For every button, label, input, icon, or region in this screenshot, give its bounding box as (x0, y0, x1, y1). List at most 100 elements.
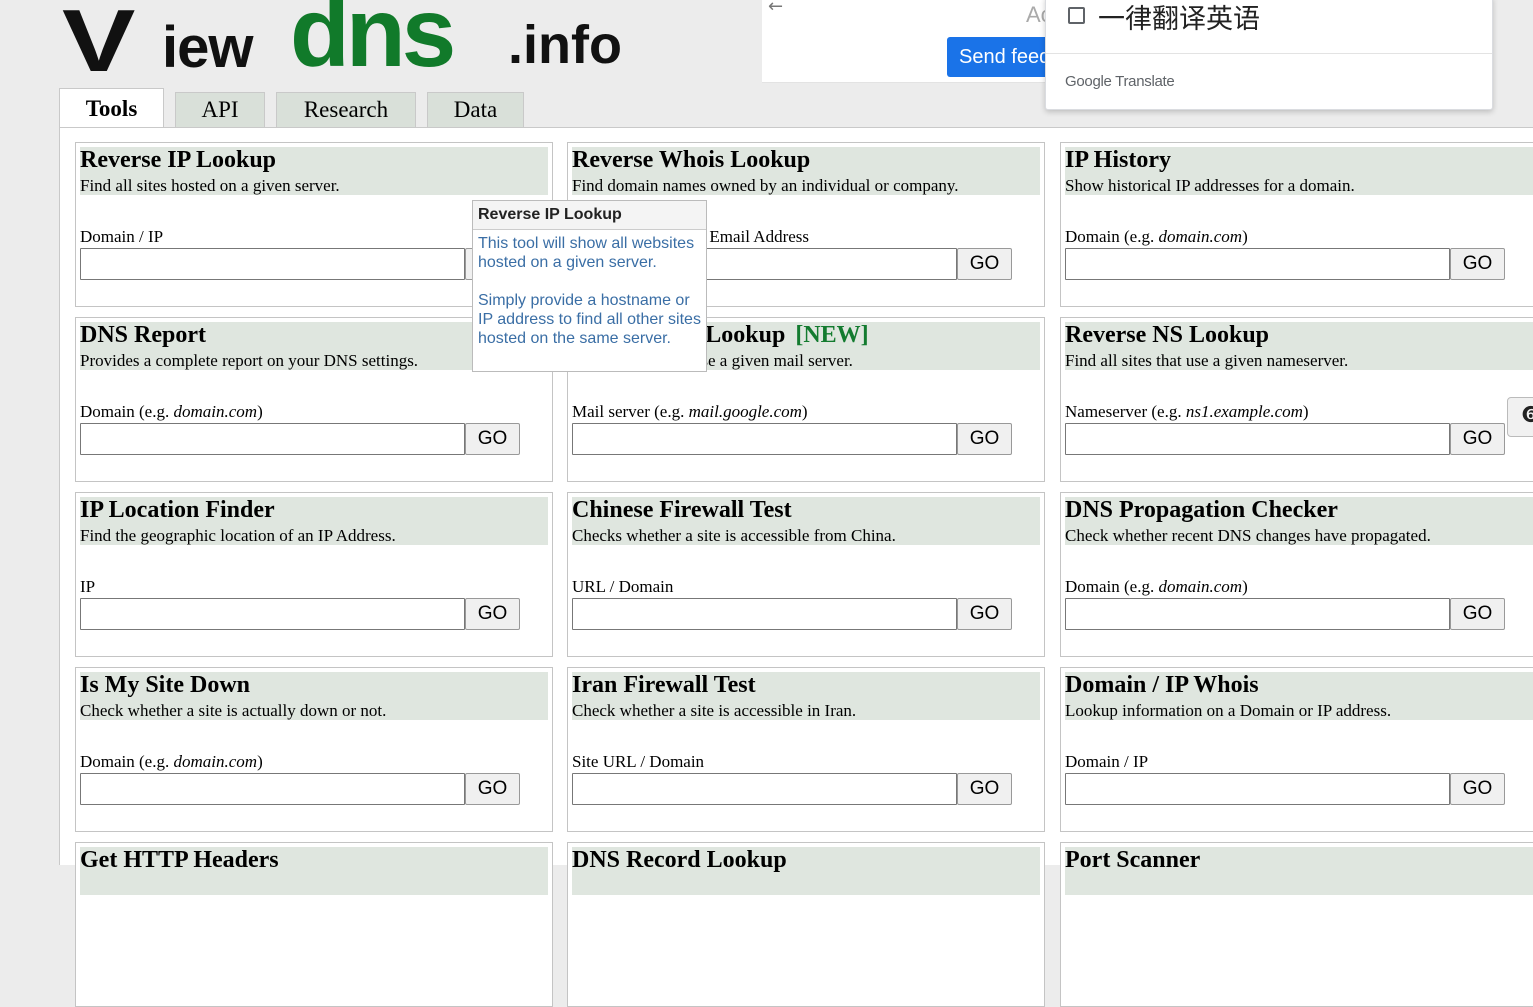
tool-input-label: Domain (e.g. domain.com) (80, 402, 263, 422)
tool-title[interactable]: Get HTTP Headers (80, 847, 279, 873)
tool-title[interactable]: Is My Site Down (80, 672, 250, 698)
tool-input[interactable] (572, 423, 957, 455)
tool-title-text[interactable]: DNS Report (80, 322, 206, 348)
tool-input-label: URL / Domain (572, 577, 673, 597)
tool-title-text[interactable]: Is My Site Down (80, 672, 250, 698)
label-tail: ) (1242, 577, 1248, 596)
tool-title-text[interactable]: DNS Record Lookup (572, 847, 787, 873)
google-translate-brand: Google Translate (1065, 73, 1175, 90)
tool-title[interactable]: IP Location Finder (80, 497, 275, 523)
tool-title-text[interactable]: Chinese Firewall Test (572, 497, 792, 523)
label-text: Domain / IP (80, 227, 164, 246)
label-tail: ) (801, 402, 808, 421)
tool-title[interactable]: DNS Report (80, 322, 206, 348)
tool-title-text[interactable]: Reverse IP Lookup (80, 147, 276, 173)
go-button[interactable]: GO (465, 773, 520, 805)
tool-input[interactable] (1065, 423, 1450, 455)
go-button[interactable]: GO (1450, 773, 1505, 805)
tool-input[interactable] (572, 773, 957, 805)
label-text: Site URL / Domain (572, 752, 705, 771)
tool-card-header: IP Location Finder Find the geographic lo… (80, 497, 548, 545)
tool-card-header: Is My Site Down Check whether a site is a… (80, 672, 548, 720)
tool-input[interactable] (80, 598, 465, 630)
go-button[interactable]: GO (957, 423, 1012, 455)
tool-title-text[interactable]: Domain / IP Whois (1065, 672, 1259, 698)
tool-input-label: Mail server (e.g. mail.google.com) (572, 402, 808, 422)
tool-title-text[interactable]: Iran Firewall Test (572, 672, 756, 698)
tab-data[interactable]: Data (427, 92, 524, 128)
tool-title-text[interactable]: DNS Propagation Checker (1065, 497, 1338, 523)
tool-card-header: Get HTTP Headers (80, 847, 548, 895)
tooltip-body: This tool will show all websites hosted … (478, 234, 702, 367)
go-button[interactable]: GO (465, 423, 520, 455)
tool-input[interactable] (80, 248, 465, 280)
label-tail: ) (257, 752, 263, 771)
go-button[interactable]: GO (957, 773, 1012, 805)
tool-description: Provides a complete report on your DNS s… (80, 351, 419, 370)
tool-card: Chinese Firewall Test Checks whether a si… (567, 492, 1045, 657)
tool-input-label: Domain (e.g. domain.com) (1065, 577, 1248, 597)
tool-title[interactable]: Chinese Firewall Test (572, 497, 792, 523)
tool-input[interactable] (80, 423, 465, 455)
tool-input[interactable] (1065, 248, 1450, 280)
go-button[interactable]: GO (957, 598, 1012, 630)
tool-card-header: IP History Show historical IP addresses f… (1065, 147, 1533, 195)
go-button[interactable]: GO (1450, 248, 1505, 280)
tool-title[interactable]: DNS Propagation Checker (1065, 497, 1338, 523)
tool-card: Iran Firewall Test Check whether a site i… (567, 667, 1045, 832)
tool-title-text[interactable]: IP History (1065, 147, 1171, 173)
label-text: Domain (e.g. (1065, 227, 1159, 246)
tool-title-text[interactable]: Port Scanner (1065, 847, 1200, 873)
label-example: domain.com (1158, 227, 1243, 246)
label-tail: ) (257, 402, 263, 421)
label-example: domain.com (173, 402, 258, 421)
tool-title-text[interactable]: Get HTTP Headers (80, 847, 279, 873)
tab-api[interactable]: API (175, 92, 265, 128)
label-tail: ) (1242, 227, 1248, 246)
tool-input[interactable] (1065, 773, 1450, 805)
tool-card: Is My Site Down Check whether a site is a… (75, 667, 553, 832)
always-translate-label[interactable]: 一律翻译英语 (1098, 0, 1260, 36)
tool-card: IP Location Finder Find the geographic lo… (75, 492, 553, 657)
tab-research[interactable]: Research (276, 92, 416, 128)
new-badge: [NEW] (795, 322, 869, 348)
tool-title[interactable]: Reverse Whois Lookup (572, 147, 810, 173)
tooltip-line1: This tool will show all websites hosted … (478, 235, 695, 271)
logo-iew: iew (162, 15, 253, 80)
tool-card-header: Domain / IP Whois Lookup information on a… (1065, 672, 1533, 720)
tool-title[interactable]: DNS Record Lookup (572, 847, 787, 873)
tooltip-line2: Simply provide a hostname or IP address … (478, 292, 701, 347)
tool-title-text[interactable]: IP Location Finder (80, 497, 275, 523)
back-arrow-icon[interactable]: ← (768, 0, 783, 17)
tool-input-label: Domain (e.g. domain.com) (1065, 227, 1248, 247)
tool-description: Find domain names owned by an individual… (572, 176, 959, 195)
tool-input-label: Site URL / Domain (572, 752, 704, 772)
tool-title[interactable]: Domain / IP Whois (1065, 672, 1259, 698)
tool-title[interactable]: Iran Firewall Test (572, 672, 756, 698)
tab-tools[interactable]: Tools (59, 88, 164, 129)
tool-card-header: DNS Record Lookup (572, 847, 1040, 895)
always-translate-checkbox[interactable] (1068, 7, 1085, 24)
go-button[interactable]: GO (957, 248, 1012, 280)
tool-title-text[interactable]: Reverse NS Lookup (1065, 322, 1269, 348)
tool-input-label: IP (80, 577, 95, 597)
label-text: Domain (e.g. (1065, 577, 1159, 596)
tool-input[interactable] (572, 598, 957, 630)
tool-card: Port Scanner (1060, 842, 1533, 1007)
tool-title-text[interactable]: Reverse Whois Lookup (572, 147, 810, 173)
tool-title[interactable]: Reverse IP Lookup (80, 147, 276, 173)
tooltip-title: Reverse IP Lookup (473, 201, 706, 230)
tool-input-label: Nameserver (e.g. ns1.example.com) (1065, 402, 1309, 422)
go-button[interactable]: GO (1450, 423, 1505, 455)
go-button[interactable]: GO (1450, 598, 1505, 630)
tool-input[interactable] (80, 773, 465, 805)
tool-title[interactable]: Reverse NS Lookup (1065, 322, 1269, 348)
tool-title[interactable]: Port Scanner (1065, 847, 1200, 873)
tool-description: Show historical IP addresses for a domai… (1065, 176, 1355, 195)
tool-input[interactable] (1065, 598, 1450, 630)
tool-card: DNS Record Lookup (567, 842, 1045, 1007)
feedback-widget: ← Ac Send feedback (762, 0, 1087, 83)
tool-title[interactable]: IP History (1065, 147, 1171, 173)
go-button[interactable]: GO (465, 598, 520, 630)
side-widget-button[interactable]: ❻ (1507, 397, 1533, 437)
